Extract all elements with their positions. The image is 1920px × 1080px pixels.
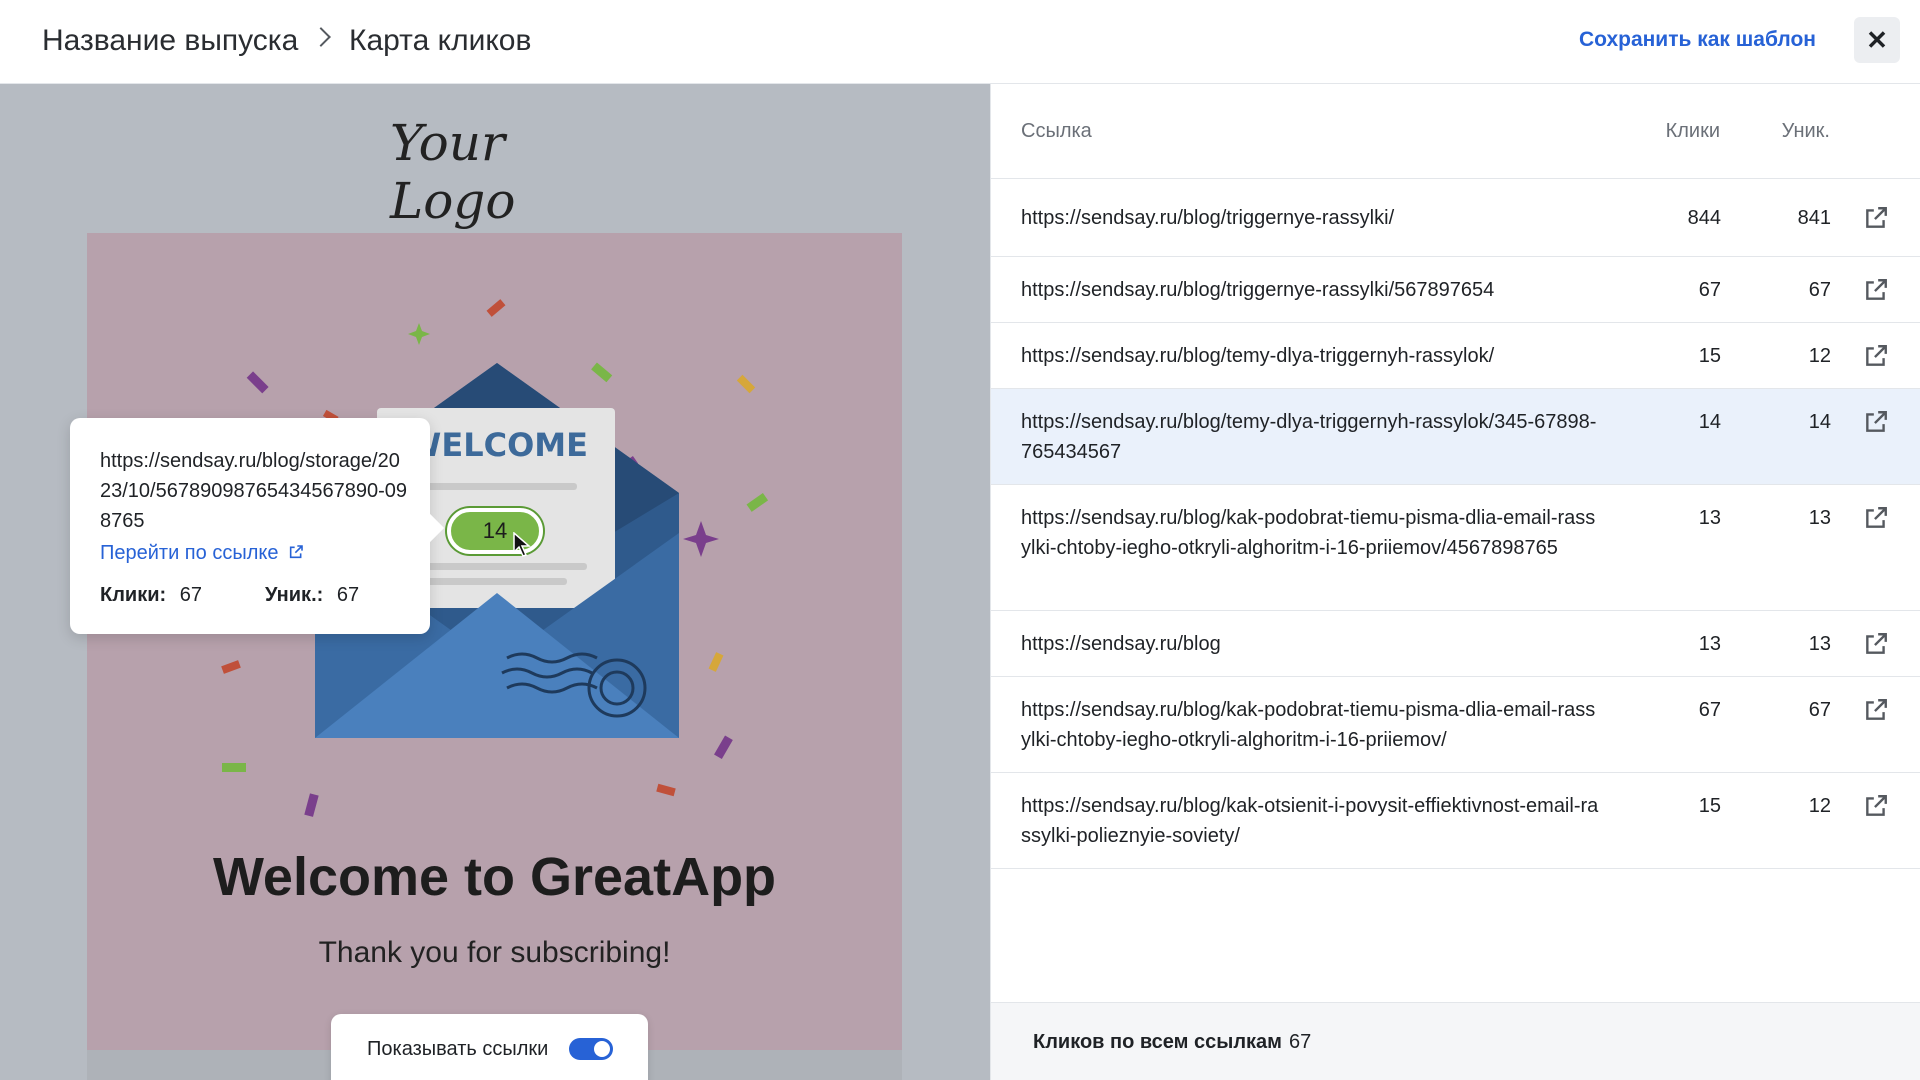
row-unique: 67: [1808, 699, 1831, 721]
go-to-link-label: Перейти по ссылке: [100, 542, 279, 564]
column-header-clicks[interactable]: Клики: [1666, 120, 1720, 143]
table-row[interactable]: https://sendsay.ru/blog/triggernye-rassy…: [991, 179, 1920, 257]
total-clicks-value: 67: [1289, 1031, 1312, 1053]
table-row[interactable]: https://sendsay.ru/blog/kak-podobrat-tie…: [991, 677, 1920, 773]
column-header-link: Ссылка: [1021, 120, 1092, 142]
tooltip-clicks: Клики: 67: [100, 584, 202, 607]
save-as-template-button[interactable]: Сохранить как шаблон: [1579, 26, 1816, 54]
breadcrumb-parent[interactable]: Название выпуска: [42, 22, 298, 60]
link-tooltip: https://sendsay.ru/blog/storage/2023/10/…: [70, 418, 430, 634]
email-welcome-subtitle: Thank you for subscribing!: [318, 936, 671, 969]
external-link-icon[interactable]: [1863, 205, 1889, 231]
page-title: Карта кликов: [349, 24, 532, 57]
table-row[interactable]: https://sendsay.ru/blog/temy-dlya-trigge…: [991, 323, 1920, 389]
table-row[interactable]: https://sendsay.ru/blog 13 13: [991, 611, 1920, 677]
tooltip-unique-value: 67: [336, 584, 360, 606]
table-row[interactable]: https://sendsay.ru/blog/kak-podobrat-tie…: [991, 485, 1920, 611]
total-clicks-label: Кликов по всем ссылкам: [1033, 1031, 1282, 1053]
table-row[interactable]: https://sendsay.ru/blog/temy-dlya-trigge…: [991, 389, 1920, 485]
close-icon: ✕: [1866, 24, 1888, 55]
tooltip-url: https://sendsay.ru/blog/storage/2023/10/…: [100, 450, 407, 532]
row-clicks: 13: [1698, 633, 1721, 655]
tooltip-clicks-value: 67: [179, 584, 202, 606]
row-unique: 67: [1808, 279, 1831, 301]
row-url: https://sendsay.ru/blog/temy-dlya-trigge…: [1021, 411, 1597, 463]
external-link-icon[interactable]: [1863, 409, 1889, 435]
email-preview: Your Logo WELCOME Welcome to GreatApp Th…: [0, 84, 990, 1080]
external-link-icon[interactable]: [1863, 343, 1889, 369]
table-row[interactable]: https://sendsay.ru/blog/kak-otsienit-i-p…: [991, 773, 1920, 869]
links-panel: Ссылка Клики Уник. https://sendsay.ru/bl…: [990, 84, 1920, 1080]
total-clicks-footer: Кликов по всем ссылкам 67: [991, 1002, 1920, 1080]
external-link-icon[interactable]: [1863, 277, 1889, 303]
row-url: https://sendsay.ru/blog/kak-podobrat-tie…: [1021, 699, 1596, 751]
row-clicks: 67: [1698, 279, 1721, 301]
email-card: WELCOME Welcome to GreatApp Thank you fo…: [87, 233, 902, 1050]
toggle-knob: [594, 1041, 610, 1057]
show-links-bar: Показывать ссылки: [331, 1014, 648, 1080]
email-welcome-title: Welcome to GreatApp: [212, 847, 777, 907]
tooltip-unique: Уник.: 67: [265, 584, 359, 607]
row-unique: 13: [1808, 507, 1831, 529]
show-links-toggle[interactable]: [569, 1038, 613, 1060]
row-url: https://sendsay.ru/blog/triggernye-rassy…: [1021, 207, 1395, 229]
row-url: https://sendsay.ru/blog: [1021, 633, 1221, 655]
tooltip-clicks-label: Клики:: [100, 584, 167, 606]
column-header-unique[interactable]: Уник.: [1782, 120, 1830, 143]
row-unique: 13: [1808, 633, 1831, 655]
go-to-link[interactable]: Перейти по ссылке: [100, 542, 304, 565]
row-url: https://sendsay.ru/blog/triggernye-rassy…: [1021, 279, 1495, 301]
row-unique: 14: [1808, 411, 1831, 433]
external-link-icon[interactable]: [1863, 505, 1889, 531]
show-links-label: Показывать ссылки: [367, 1038, 549, 1060]
logo-text: Your Logo: [390, 114, 516, 230]
close-button[interactable]: ✕: [1854, 17, 1900, 63]
row-clicks: 844: [1687, 207, 1721, 229]
cursor-icon: [513, 532, 532, 557]
svg-text:WELCOME: WELCOME: [406, 426, 588, 464]
external-link-icon[interactable]: [1863, 697, 1889, 723]
row-unique: 12: [1808, 345, 1831, 367]
row-clicks: 67: [1698, 699, 1721, 721]
row-clicks: 14: [1698, 411, 1721, 433]
row-clicks: 15: [1698, 345, 1721, 367]
chevron-right-icon: [311, 27, 331, 47]
table-row[interactable]: https://sendsay.ru/blog/triggernye-rassy…: [991, 257, 1920, 323]
external-link-icon[interactable]: [1863, 793, 1889, 819]
external-link-icon: [289, 545, 303, 559]
row-clicks: 13: [1698, 507, 1721, 529]
row-unique: 841: [1797, 207, 1831, 229]
header: Название выпуска Карта кликов Сохранить …: [0, 0, 1920, 84]
logo: Your Logo: [390, 114, 590, 230]
row-url: https://sendsay.ru/blog/kak-otsienit-i-p…: [1021, 795, 1599, 847]
tooltip-unique-label: Уник.:: [265, 584, 324, 606]
row-clicks: 15: [1698, 795, 1721, 817]
row-unique: 12: [1808, 795, 1831, 817]
external-link-icon[interactable]: [1863, 631, 1889, 657]
row-url: https://sendsay.ru/blog/kak-podobrat-tie…: [1021, 507, 1596, 559]
row-url: https://sendsay.ru/blog/temy-dlya-trigge…: [1021, 345, 1495, 367]
